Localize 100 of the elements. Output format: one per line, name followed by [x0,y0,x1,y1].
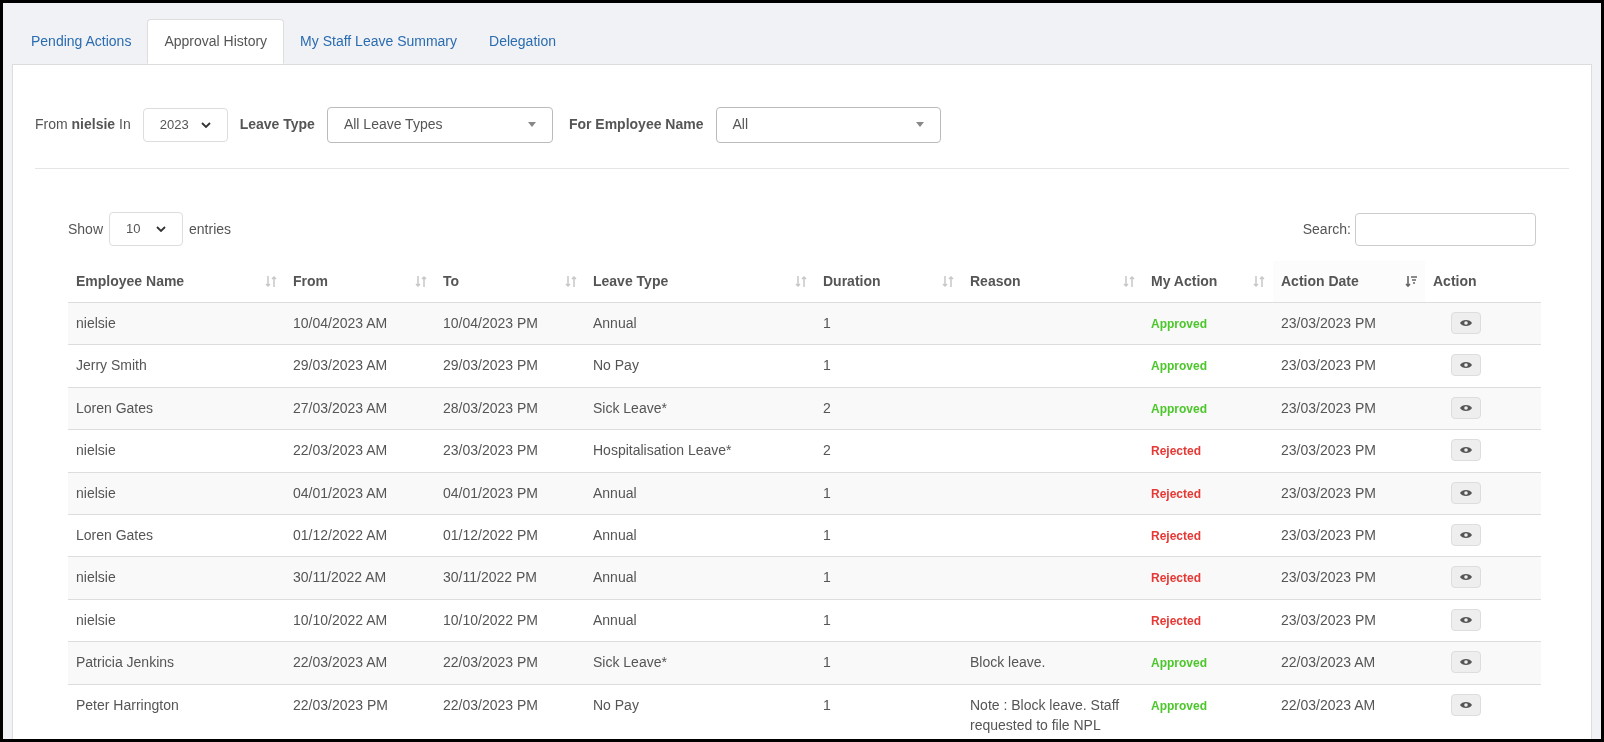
status-text: Approved [1151,317,1207,331]
tab[interactable]: Delegation [473,19,572,64]
table-cell: 2 [823,399,831,416]
eye-icon [1460,615,1472,624]
table-cell: 22/03/2023 PM [443,654,538,671]
eye-icon [1460,361,1472,370]
sort-icon [565,275,577,288]
table-cell: 1 [823,654,831,671]
eye-icon [1460,658,1472,667]
table-cell: 29/03/2023 PM [443,357,538,374]
search-label: Search: [1302,219,1351,239]
sort-icon [795,275,807,288]
view-button[interactable] [1451,693,1481,716]
table-cell: Peter Harrington [76,696,179,713]
table-cell: nielsie [76,569,116,586]
status-text: Approved [1151,359,1207,374]
eye-icon [1460,446,1472,455]
table-cell: Annual [593,611,637,628]
table-cell: 1 [823,357,831,374]
chevron-down-icon [200,121,211,128]
table-cell: 1 [823,611,831,628]
status-text: Rejected [1151,444,1202,459]
table-cell: Note : Block leave. Staff requested to file NPL [970,696,1120,733]
table-cell: 1 [823,484,831,501]
eye-icon [1460,488,1472,497]
table-cell: 23/03/2023 PM [1281,357,1376,374]
table-cell: No Pay [593,696,639,713]
table-cell: 22/03/2023 PM [293,696,388,713]
view-button[interactable] [1451,481,1481,504]
table-cell: Block leave. [970,654,1046,671]
view-button[interactable] [1451,608,1481,631]
entries-select[interactable]: 10 [109,212,184,246]
entries-label: entries [189,219,232,239]
eye-icon [1460,403,1472,412]
view-button[interactable] [1451,651,1481,674]
table-cell: nielsie [76,484,116,501]
tab[interactable]: Pending Actions [15,19,148,64]
table-cell: Jerry Smith [76,357,147,374]
eye-icon [1460,700,1472,709]
sort-icon [1123,275,1135,288]
view-button[interactable] [1451,566,1481,589]
tab[interactable]: My Staff Leave Summary [284,19,474,64]
search-field[interactable] [1355,212,1536,246]
table-cell: 01/12/2022 AM [293,526,388,543]
table-cell: 04/01/2023 PM [443,484,538,501]
table-cell: 22/03/2023 PM [443,696,538,713]
status-text: Rejected [1151,486,1202,501]
eye-icon [1460,573,1472,582]
table-cell: 1 [823,526,831,543]
table-cell: 10/04/2023 AM [293,315,388,331]
view-button[interactable] [1451,354,1481,377]
table-cell: 27/03/2023 AM [293,399,388,416]
chevron-down-icon [156,226,167,232]
table-cell: 23/03/2023 PM [1281,484,1376,501]
eye-icon [1460,530,1472,539]
table-cell: 23/03/2023 PM [1281,569,1376,586]
table-cell: nielsie [76,315,116,331]
table-cell: Loren Gates [76,526,154,543]
table-cell: 1 [823,569,831,586]
tab[interactable]: Approval History [147,19,285,64]
status-text: Approved [1151,698,1207,713]
year-select[interactable]: 2023 [142,107,228,142]
leave-type-select[interactable]: All Leave Types [326,106,553,143]
employee-name-label: For Employee Name [568,115,704,134]
table-cell: 23/03/2023 PM [1281,526,1376,543]
table-cell: 10/10/2022 PM [443,611,538,628]
table-cell: 04/01/2023 AM [293,484,388,501]
table-cell: No Pay [593,357,639,374]
table-cell: 29/03/2023 AM [293,357,388,374]
table-cell: 30/11/2022 PM [443,569,537,586]
view-button[interactable] [1451,312,1481,334]
table-cell: 23/03/2023 PM [1281,399,1376,416]
table-cell: Annual [593,484,637,501]
eye-icon [1460,319,1472,327]
table-cell: Loren Gates [76,399,154,416]
table-cell: nielsie [76,442,116,459]
table-cell: 23/03/2023 PM [1281,442,1376,459]
leave-type-label: Leave Type [239,115,315,134]
sort-descending-icon [1405,275,1417,288]
table-cell: 10/04/2023 PM [443,315,538,331]
status-text: Approved [1151,401,1207,416]
table-cell: 01/12/2022 PM [443,526,538,543]
view-button[interactable] [1451,439,1481,462]
table-cell: 30/11/2022 AM [293,569,387,586]
table-cell: 23/03/2023 PM [1281,315,1376,331]
table-cell: Hospitalisation Leave* [593,442,732,459]
employee-name-select[interactable]: All [715,106,941,143]
view-button[interactable] [1451,523,1481,546]
column-header: Action [1433,272,1477,291]
table-cell: Annual [593,569,637,586]
caret-icon [915,122,924,127]
sort-icon [265,275,277,288]
table-cell: Sick Leave* [593,654,667,671]
table-cell: 28/03/2023 PM [443,399,538,416]
table-cell: Annual [593,315,637,331]
show-label: Show [68,219,104,239]
table-cell: 1 [823,696,831,713]
sort-icon [415,275,427,288]
sort-icon [942,275,954,288]
view-button[interactable] [1451,396,1481,419]
